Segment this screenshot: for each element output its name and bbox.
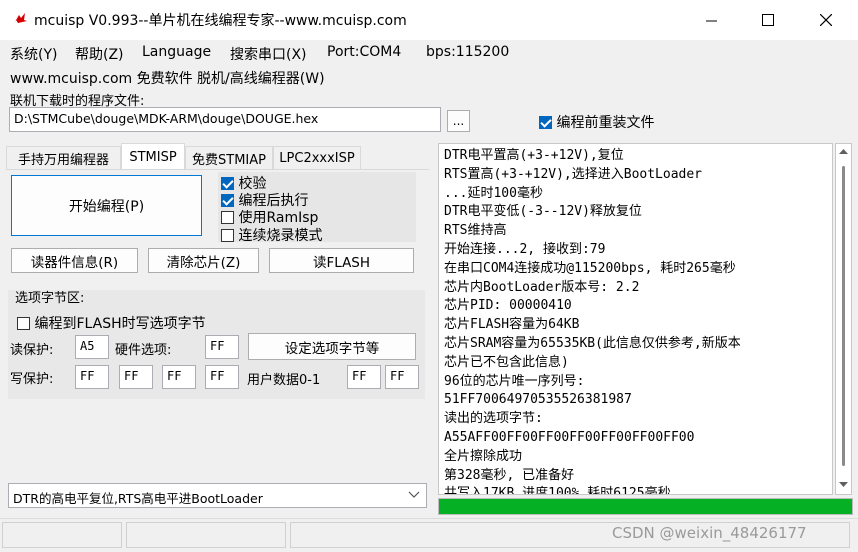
log-line: 第328毫秒, 已准备好 bbox=[444, 467, 575, 483]
verify-checkbox[interactable] bbox=[221, 177, 234, 190]
set-option-bytes-button[interactable]: 设定选项字节等 bbox=[248, 333, 416, 360]
log-line: 芯片PID: 00000410 bbox=[444, 298, 572, 314]
erase-chip-button[interactable]: 清除芯片(Z) bbox=[148, 248, 259, 273]
read-flash-button[interactable]: 读FLASH bbox=[269, 248, 414, 273]
user-data-label: 用户数据0-1 bbox=[247, 373, 321, 388]
log-line: 芯片SRAM容量为65535KB(此信息仅供参考,新版本 bbox=[444, 335, 741, 351]
tab-divider bbox=[6, 169, 429, 170]
log-line: RTS置高(+3-+12V),选择进入BootLoader bbox=[444, 166, 703, 182]
write-option-bytes-checkbox[interactable] bbox=[17, 317, 30, 330]
use-ramisp-checkbox[interactable] bbox=[221, 211, 234, 224]
log-line: RTS维持高 bbox=[444, 223, 507, 239]
log-line: A55AFF00FF00FF00FF00FF00FF00FF00 bbox=[444, 429, 695, 445]
tab-lpc2xxxisp[interactable]: LPC2xxxISP bbox=[273, 146, 361, 170]
browse-button[interactable]: ... bbox=[447, 110, 470, 132]
minimize-icon bbox=[705, 20, 717, 21]
scroll-down-icon[interactable] bbox=[839, 482, 848, 488]
log-line: 共写入17KB,进度100%,耗时6125毫秒 bbox=[444, 486, 671, 495]
log-line: 全片擦除成功 bbox=[444, 448, 523, 464]
window-title: mcuisp V0.993--单片机在线编程专家--www.mcuisp.com bbox=[34, 13, 407, 29]
write-protect-field[interactable]: FF bbox=[119, 365, 153, 389]
log-line: 51FF70064970535526381987 bbox=[444, 392, 632, 408]
log-line: 芯片内BootLoader版本号: 2.2 bbox=[444, 279, 640, 295]
reload-checkbox[interactable] bbox=[539, 116, 552, 129]
write-protect-field[interactable]: FF bbox=[75, 365, 109, 389]
continuous-mode-checkbox[interactable] bbox=[221, 229, 234, 242]
program-file-path[interactable]: D:\STMCube\douge\MDK-ARM\douge\DOUGE.hex bbox=[9, 107, 441, 132]
maximize-icon bbox=[762, 14, 774, 26]
log-line: 在串口COM4连接成功@115200bps, 耗时265毫秒 bbox=[444, 260, 736, 276]
menu-language[interactable]: Language bbox=[142, 44, 211, 60]
minimize-button[interactable] bbox=[688, 0, 734, 40]
hardware-option-field[interactable]: FF bbox=[205, 335, 239, 359]
write-protect-label: 写保护: bbox=[10, 372, 54, 387]
maximize-button[interactable] bbox=[745, 0, 791, 40]
reload-label: 编程前重装文件 bbox=[556, 115, 655, 131]
log-line: 96位的芯片唯一序列号: bbox=[444, 373, 585, 389]
continuous-mode-option[interactable]: 连续烧录模式 bbox=[221, 225, 322, 245]
continuous-mode-label: 连续烧录模式 bbox=[238, 228, 323, 244]
menu-system[interactable]: 系统(Y) bbox=[10, 44, 57, 64]
menu-search-port[interactable]: 搜索串口(X) bbox=[230, 44, 307, 64]
close-icon bbox=[820, 14, 832, 26]
use-ramisp-label: 使用RamIsp bbox=[238, 210, 319, 226]
write-protect-field[interactable]: FF bbox=[205, 365, 239, 389]
menu-port[interactable]: Port:COM4 bbox=[327, 44, 401, 60]
title-bar: mcuisp V0.993--单片机在线编程专家--www.mcuisp.com bbox=[0, 0, 858, 40]
menu-bar: 系统(Y) 帮助(Z) Language 搜索串口(X) Port:COM4 b… bbox=[0, 40, 858, 88]
user-data-field[interactable]: FF bbox=[385, 365, 419, 389]
boot-mode-value: DTR的高电平复位,RTS高电平进BootLoader bbox=[13, 491, 263, 506]
menu-website-link[interactable]: www.mcuisp.com 免费软件 脱机/高线编程器(W) bbox=[10, 68, 325, 88]
tab-handheld-programmer[interactable]: 手持万用编程器 bbox=[6, 146, 121, 170]
progress-bar bbox=[438, 498, 853, 515]
run-after-checkbox[interactable] bbox=[221, 194, 234, 207]
log-line: DTR电平置高(+3-+12V),复位 bbox=[444, 148, 624, 163]
write-option-bytes-option[interactable]: 编程到FLASH时写选项字节 bbox=[17, 313, 206, 333]
option-bytes-title: 选项字节区: bbox=[15, 291, 85, 306]
reload-before-program-option[interactable]: 编程前重装文件 bbox=[539, 112, 654, 132]
write-option-bytes-label: 编程到FLASH时写选项字节 bbox=[34, 316, 206, 332]
log-line: 读出的选项字节: bbox=[444, 411, 543, 427]
progress-fill bbox=[439, 499, 852, 514]
status-panel bbox=[126, 522, 286, 548]
chevron-down-icon[interactable] bbox=[408, 491, 420, 499]
tab-stmisp[interactable]: STMISP bbox=[121, 143, 185, 170]
read-protect-label: 读保护: bbox=[10, 343, 54, 358]
scrollbar-thumb[interactable] bbox=[842, 166, 845, 466]
tab-free-stmiap[interactable]: 免费STMIAP bbox=[185, 146, 273, 170]
app-icon bbox=[12, 13, 27, 27]
menu-bps[interactable]: bps:115200 bbox=[426, 44, 509, 60]
close-button[interactable] bbox=[803, 0, 849, 40]
watermark: CSDN @weixin_48426177 bbox=[612, 524, 807, 542]
hardware-option-label: 硬件选项: bbox=[115, 343, 172, 358]
log-line: DTR电平变低(-3--12V)释放复位 bbox=[444, 204, 642, 220]
use-ramisp-option[interactable]: 使用RamIsp bbox=[221, 207, 318, 227]
menu-help[interactable]: 帮助(Z) bbox=[75, 44, 124, 64]
status-panel bbox=[2, 522, 122, 548]
status-bar: CSDN @weixin_48426177 bbox=[0, 518, 858, 552]
log-scrollbar[interactable] bbox=[835, 143, 852, 495]
start-programming-button[interactable]: 开始编程(P) bbox=[11, 175, 202, 236]
user-data-field[interactable]: FF bbox=[347, 365, 381, 389]
log-line: ...延时100毫秒 bbox=[444, 185, 543, 201]
log-line: 芯片FLASH容量为64KB bbox=[444, 317, 580, 333]
read-protect-field[interactable]: A5 bbox=[75, 335, 109, 359]
boot-mode-select[interactable]: DTR的高电平复位,RTS高电平进BootLoader bbox=[8, 483, 427, 508]
read-device-info-button[interactable]: 读器件信息(R) bbox=[11, 248, 138, 273]
log-line: 开始连接...2, 接收到:79 bbox=[444, 241, 606, 257]
scroll-up-icon[interactable] bbox=[839, 149, 848, 155]
log-line: 芯片已不包含此信息) bbox=[444, 354, 569, 370]
write-protect-field[interactable]: FF bbox=[162, 365, 196, 389]
log-output[interactable]: DTR电平置高(+3-+12V),复位 RTS置高(+3-+12V),选择进入Bo… bbox=[438, 143, 833, 495]
